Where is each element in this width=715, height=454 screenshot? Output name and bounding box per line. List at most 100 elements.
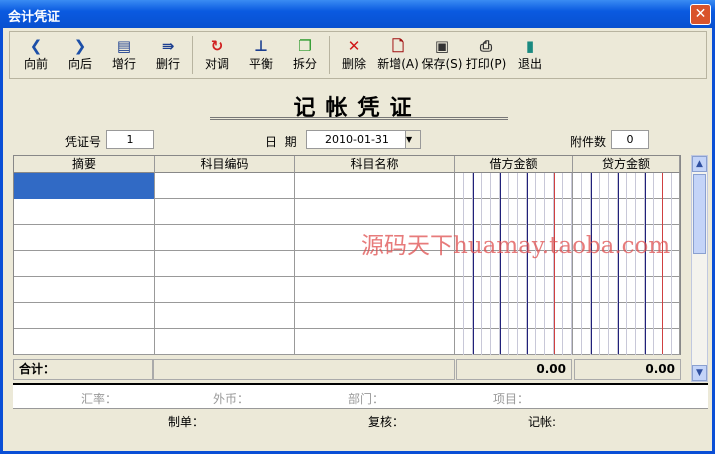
table-cell[interactable] [155, 251, 295, 277]
toolbar-label: 退出 [517, 57, 542, 71]
money-digit-line [554, 173, 555, 354]
toolbar-label: 增行 [111, 57, 136, 71]
attachments-input[interactable]: 0 [611, 130, 649, 149]
table-row[interactable] [14, 303, 680, 329]
chevron-left-icon: ❮ [29, 37, 43, 55]
department-label: 部门： [348, 392, 385, 406]
rate-label: 汇率： [81, 392, 118, 406]
scroll-up-icon[interactable]: ▲ [692, 156, 707, 172]
date-value: 2010-01-31 [325, 133, 389, 146]
column-header[interactable]: 借方金额 [455, 156, 573, 173]
delete-icon: ✕ [347, 37, 361, 55]
table-cell[interactable] [295, 329, 455, 355]
vertical-scrollbar[interactable]: ▲ ▼ [691, 155, 708, 382]
chevron-right-icon: ❯ [73, 37, 87, 55]
date-select[interactable]: 2010-01-31 ▼ [306, 130, 421, 149]
info-bar: 汇率： 外币： 部门： 项目： [13, 383, 708, 409]
toolbar-label: 平衡 [248, 57, 273, 71]
toolbar-button-chevron-left[interactable]: ❮ 向前 [14, 32, 58, 78]
table-cell[interactable] [573, 251, 680, 277]
total-spacer [153, 359, 455, 380]
table-cell[interactable] [573, 329, 680, 355]
column-header[interactable]: 科目编码 [155, 156, 295, 173]
column-header[interactable]: 科目名称 [295, 156, 455, 173]
toolbar-button-insert-row[interactable]: ▤ 增行 [102, 32, 146, 78]
money-digit-line [618, 173, 619, 354]
table-cell[interactable] [573, 303, 680, 329]
table-cell[interactable] [573, 173, 680, 199]
table-cell[interactable] [573, 277, 680, 303]
table-cell[interactable] [295, 277, 455, 303]
table-cell[interactable] [155, 303, 295, 329]
table-cell[interactable] [14, 199, 155, 225]
toolbar-label: 删行 [155, 57, 180, 71]
chevron-down-icon[interactable]: ▼ [405, 131, 420, 148]
toolbar-separator [192, 36, 193, 74]
table-cell[interactable] [155, 225, 295, 251]
toolbar-separator [329, 36, 330, 74]
toolbar-button-chevron-right[interactable]: ❯ 向后 [58, 32, 102, 78]
poster-label: 记帐: [528, 415, 557, 429]
column-header[interactable]: 摘要 [14, 156, 155, 173]
table-cell[interactable] [573, 225, 680, 251]
table-cell[interactable] [14, 277, 155, 303]
money-digit-line [527, 173, 528, 354]
money-digit-line [662, 173, 663, 354]
table-cell[interactable] [295, 225, 455, 251]
new-document-icon: 🗋 [391, 37, 405, 55]
table-cell[interactable] [155, 199, 295, 225]
table-row[interactable] [14, 173, 680, 199]
table-cell[interactable] [14, 329, 155, 355]
table-cell[interactable] [155, 329, 295, 355]
scroll-thumb[interactable] [693, 174, 706, 254]
toolbar-button-new-document[interactable]: 🗋 新增(A) [376, 32, 420, 78]
attachments-label: 附件数 [570, 135, 607, 149]
toolbar-label: 拆分 [292, 57, 317, 71]
column-header[interactable]: 贷方金额 [573, 156, 680, 173]
table-row[interactable] [14, 199, 680, 225]
table-row[interactable] [14, 277, 680, 303]
toolbar-button-balance[interactable]: ⊥ 平衡 [239, 32, 283, 78]
toolbar-label: 保存(S) [421, 57, 463, 71]
table-cell[interactable] [155, 173, 295, 199]
insert-row-icon: ▤ [116, 37, 132, 55]
table-cell[interactable] [14, 225, 155, 251]
title-bar: 会计凭证 ✕ [0, 0, 715, 28]
swap-icon: ↻ [210, 37, 224, 55]
toolbar-label: 对调 [204, 57, 229, 71]
money-digit-line [591, 173, 592, 354]
table-cell[interactable] [573, 199, 680, 225]
table-cell[interactable] [295, 173, 455, 199]
table-cell[interactable] [14, 251, 155, 277]
table-row[interactable] [14, 329, 680, 355]
toolbar-button-exit[interactable]: ▮ 退出 [508, 32, 552, 78]
currency-label: 外币： [213, 392, 250, 406]
close-icon[interactable]: ✕ [690, 4, 711, 25]
toolbar-label: 向后 [67, 57, 92, 71]
toolbar-button-delete[interactable]: ✕ 删除 [332, 32, 376, 78]
table-cell[interactable] [14, 173, 155, 199]
table-cell[interactable] [295, 251, 455, 277]
voucher-table: 摘要 科目编码 科目名称 借方金额 贷方金额 [13, 155, 681, 355]
toolbar-label: 新增(A) [377, 57, 419, 71]
voucher-window: 会计凭证 ✕ ❮ 向前 ❯ 向后 ▤ 增行 ⇛ 删行 ↻ 对调 ⊥ 平衡 ❐ 拆分 ✕ 删除 🗋 新增(A) ▣ 保存… [0, 0, 715, 454]
scroll-down-icon[interactable]: ▼ [692, 365, 707, 381]
title-underline [210, 117, 508, 120]
table-cell[interactable] [155, 277, 295, 303]
money-digit-line [500, 173, 501, 354]
maker-label: 制单： [168, 415, 205, 429]
table-cell[interactable] [295, 303, 455, 329]
balance-icon: ⊥ [254, 37, 268, 55]
toolbar-label: 向前 [23, 57, 48, 71]
table-cell[interactable] [295, 199, 455, 225]
table-cell[interactable] [14, 303, 155, 329]
toolbar-button-delete-row[interactable]: ⇛ 删行 [146, 32, 190, 78]
toolbar-button-split[interactable]: ❐ 拆分 [283, 32, 327, 78]
toolbar-button-swap[interactable]: ↻ 对调 [195, 32, 239, 78]
voucher-no-input[interactable]: 1 [106, 130, 154, 149]
toolbar-button-save[interactable]: ▣ 保存(S) [420, 32, 464, 78]
print-icon: ⎙ [479, 37, 492, 55]
table-row[interactable] [14, 225, 680, 251]
toolbar-button-print[interactable]: ⎙ 打印(P) [464, 32, 508, 78]
table-row[interactable] [14, 251, 680, 277]
